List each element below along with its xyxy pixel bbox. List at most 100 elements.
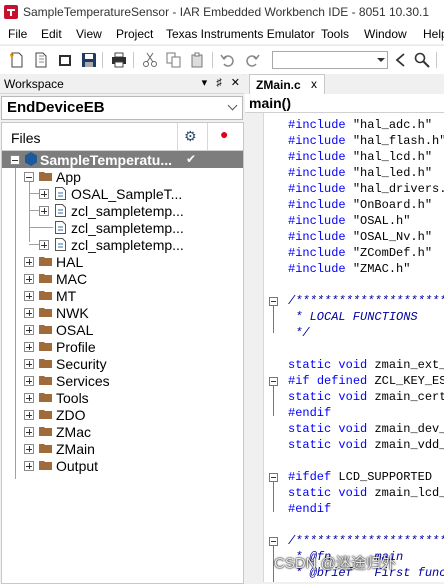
menu-view[interactable]: View [76,27,102,41]
fold-toggle-icon[interactable] [269,537,278,546]
tree-item-mac[interactable]: MAC [2,270,243,287]
current-function: main() [249,95,291,111]
print-icon[interactable] [111,52,127,68]
workspace-header: Workspace ▾ ♯ ✕ [0,74,244,94]
tree-item-label: SampleTemperatu... [40,152,173,168]
menu-file[interactable]: File [8,27,27,41]
expand-icon[interactable] [24,274,34,284]
expand-icon[interactable] [24,342,34,352]
redo-icon[interactable] [244,52,260,68]
expand-icon[interactable] [24,444,34,454]
workspace-header-buttons: ▾ ♯ ✕ [196,76,240,89]
tree-item-output[interactable]: Output [2,457,243,474]
fold-toggle-icon[interactable] [269,297,278,306]
code-line: static void zmain_vdd_check( [288,438,444,452]
expand-icon[interactable] [39,189,49,199]
open-icon[interactable] [57,52,73,68]
tree-connector [29,227,53,228]
breakpoint-dot-icon[interactable]: ● [220,126,228,142]
tree-item-label: NWK [56,305,89,321]
tree-item-services[interactable]: Services [2,372,243,389]
code-line: #endif [288,502,332,516]
tree-item-hal[interactable]: HAL [2,253,243,270]
gear-icon[interactable]: ⚙ [184,128,197,145]
function-navigator[interactable]: main() [245,94,444,113]
tree-item-file[interactable]: OSAL_SampleT... [2,185,243,202]
new-file-icon[interactable] [9,52,25,68]
fold-toggle-icon[interactable] [269,377,278,386]
menu-help[interactable]: Help [423,27,444,41]
search-icon[interactable] [414,52,430,68]
tree-item-app[interactable]: App [2,168,243,185]
menu-window[interactable]: Window [364,27,407,41]
expand-icon[interactable] [24,325,34,335]
tree-item-zmain[interactable]: ZMain [2,440,243,457]
tree-item-osal[interactable]: OSAL [2,321,243,338]
c-file-icon [55,187,66,200]
code-line: #if defined ZCL_KEY_ESTABLISH [288,374,444,388]
copy-icon[interactable] [166,52,182,68]
tree-item-nwk[interactable]: NWK [2,304,243,321]
folder-icon [39,393,52,402]
menu-project[interactable]: Project [116,27,153,41]
expand-icon[interactable] [24,308,34,318]
tree-item-label: Security [56,356,107,372]
tree-item-profile[interactable]: Profile [2,338,243,355]
expand-icon[interactable] [24,393,34,403]
close-tab-icon[interactable]: x [311,77,317,91]
collapse-icon[interactable] [10,155,20,165]
paste-icon[interactable] [190,52,206,68]
collapse-icon[interactable] [24,172,34,182]
find-prev-icon[interactable] [392,52,408,68]
header-file-icon [55,221,66,234]
tree-item-project[interactable]: SampleTemperatu... ✔ [2,151,243,168]
fold-toggle-icon[interactable] [269,473,278,482]
workspace-title: Workspace [4,77,64,91]
expand-icon[interactable] [24,359,34,369]
folder-icon [39,291,52,300]
tab-zmain-c[interactable]: ZMain.c x [249,74,325,94]
search-combo[interactable] [272,51,388,69]
configuration-select[interactable]: EndDeviceEB [1,96,243,120]
tree-item-mt[interactable]: MT [2,287,243,304]
dropdown-icon[interactable]: ▾ [202,76,208,89]
folder-icon [39,342,52,351]
close-icon[interactable]: ✕ [231,76,240,89]
undo-icon[interactable] [220,52,236,68]
menu-tools[interactable]: Tools [321,27,349,41]
save-icon[interactable] [81,52,97,68]
code-line: #include "OSAL_Nv.h" [288,230,433,244]
tree-item-file[interactable]: zcl_sampletemp... [2,236,243,253]
code-editor[interactable]: #include "hal_adc.h" #include "hal_flash.… [284,113,444,582]
tree-item-zdo[interactable]: ZDO [2,406,243,423]
tree-item-file[interactable]: zcl_sampletemp... [2,202,243,219]
new-document-icon[interactable] [33,52,49,68]
expand-icon[interactable] [39,206,49,216]
files-panel: Files ⚙ ● SampleTemperatu... ✔ App OSAL_… [1,122,244,584]
configuration-value: EndDeviceEB [7,99,105,116]
line-gutter[interactable] [245,113,264,582]
watermark-text: CSDN @迷途归外 [274,555,396,572]
expand-icon[interactable] [39,240,49,250]
code-line: #include "OnBoard.h" [288,198,433,212]
tree-item-file[interactable]: zcl_sampletemp... [2,219,243,236]
expand-icon[interactable] [24,427,34,437]
tree-item-tools[interactable]: Tools [2,389,243,406]
chevron-down-icon[interactable] [377,58,385,62]
expand-icon[interactable] [24,376,34,386]
tree-item-zmac[interactable]: ZMac [2,423,243,440]
expand-icon[interactable] [24,461,34,471]
pin-icon[interactable]: ♯ [216,77,222,89]
menu-ti-emulator[interactable]: Texas Instruments Emulator [166,27,315,41]
expand-icon[interactable] [24,257,34,267]
tree-item-label: MAC [56,271,88,287]
expand-icon[interactable] [24,291,34,301]
expand-icon[interactable] [24,410,34,420]
tree-item-label: zcl_sampletemp... [71,220,184,236]
files-column-label: Files [11,130,41,146]
tree-item-security[interactable]: Security [2,355,243,372]
code-line: #include "ZComDef.h" [288,246,433,260]
cut-icon[interactable] [142,52,158,68]
tree-item-label: MT [56,288,77,304]
menu-edit[interactable]: Edit [41,27,62,41]
